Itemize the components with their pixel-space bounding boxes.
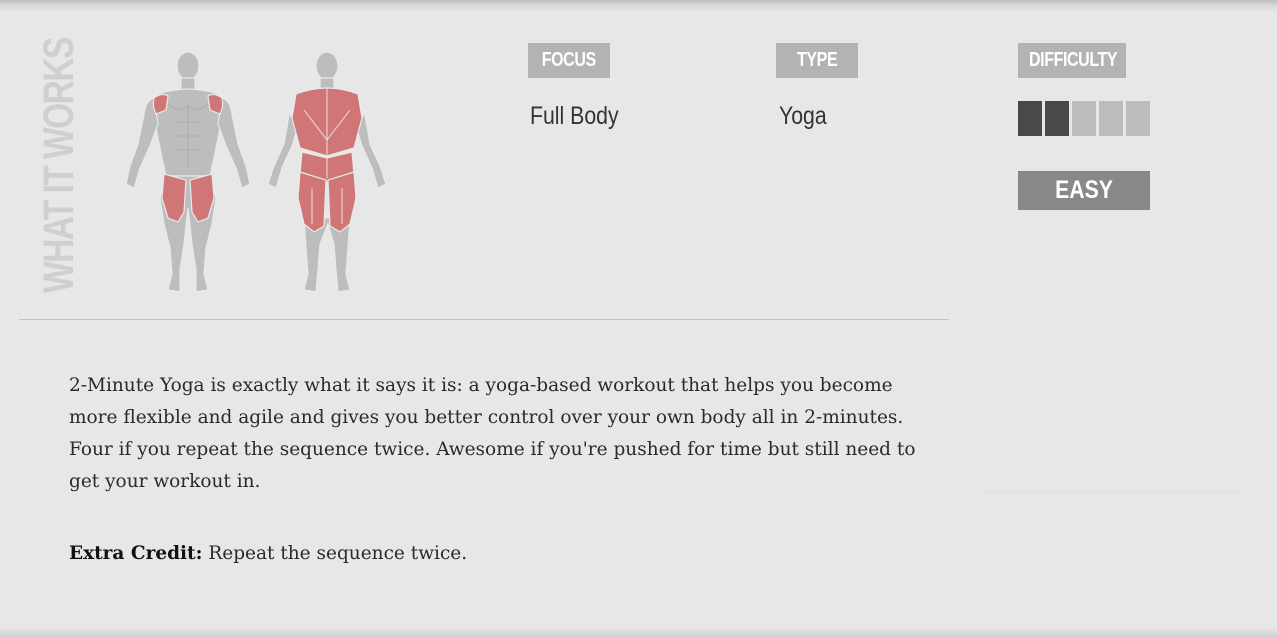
section-title: WHAT IT WORKS bbox=[35, 38, 83, 294]
difficulty-label: DIFFICULTY bbox=[1029, 49, 1118, 71]
extra-credit-label: Extra Credit: bbox=[69, 543, 203, 564]
type-value-text: Yoga bbox=[779, 102, 827, 130]
difficulty-level-badge: EASY bbox=[1018, 171, 1150, 210]
difficulty-segment-filled bbox=[1018, 101, 1042, 136]
difficulty-meter bbox=[1018, 101, 1150, 136]
type-label-tag: TYPE bbox=[776, 43, 858, 78]
difficulty-segment-empty bbox=[1099, 101, 1123, 136]
difficulty-label-tag: DIFFICULTY bbox=[1018, 43, 1126, 78]
difficulty-level-name: EASY bbox=[1055, 176, 1113, 204]
focus-value-text: Full Body bbox=[530, 102, 619, 130]
focus-label-tag: FOCUS bbox=[528, 43, 610, 78]
bottom-shadow bbox=[0, 627, 1277, 637]
section-divider bbox=[19, 319, 949, 320]
workout-description: 2-Minute Yoga is exactly what it says it… bbox=[69, 375, 916, 492]
difficulty-segment-filled bbox=[1045, 101, 1069, 136]
top-shadow bbox=[0, 0, 1277, 12]
muscle-map-back bbox=[267, 51, 387, 293]
muscle-map-front bbox=[125, 51, 251, 293]
focus-label: FOCUS bbox=[542, 49, 596, 71]
type-value: Yoga bbox=[779, 100, 835, 132]
difficulty-segment-empty bbox=[1126, 101, 1150, 136]
difficulty-segment-empty bbox=[1072, 101, 1096, 136]
type-label: TYPE bbox=[796, 49, 838, 71]
focus-value: Full Body bbox=[530, 100, 634, 132]
sidebar-divider bbox=[983, 492, 1241, 493]
extra-credit: Extra Credit: Repeat the sequence twice. bbox=[69, 538, 919, 570]
extra-credit-text: Repeat the sequence twice. bbox=[202, 543, 468, 564]
